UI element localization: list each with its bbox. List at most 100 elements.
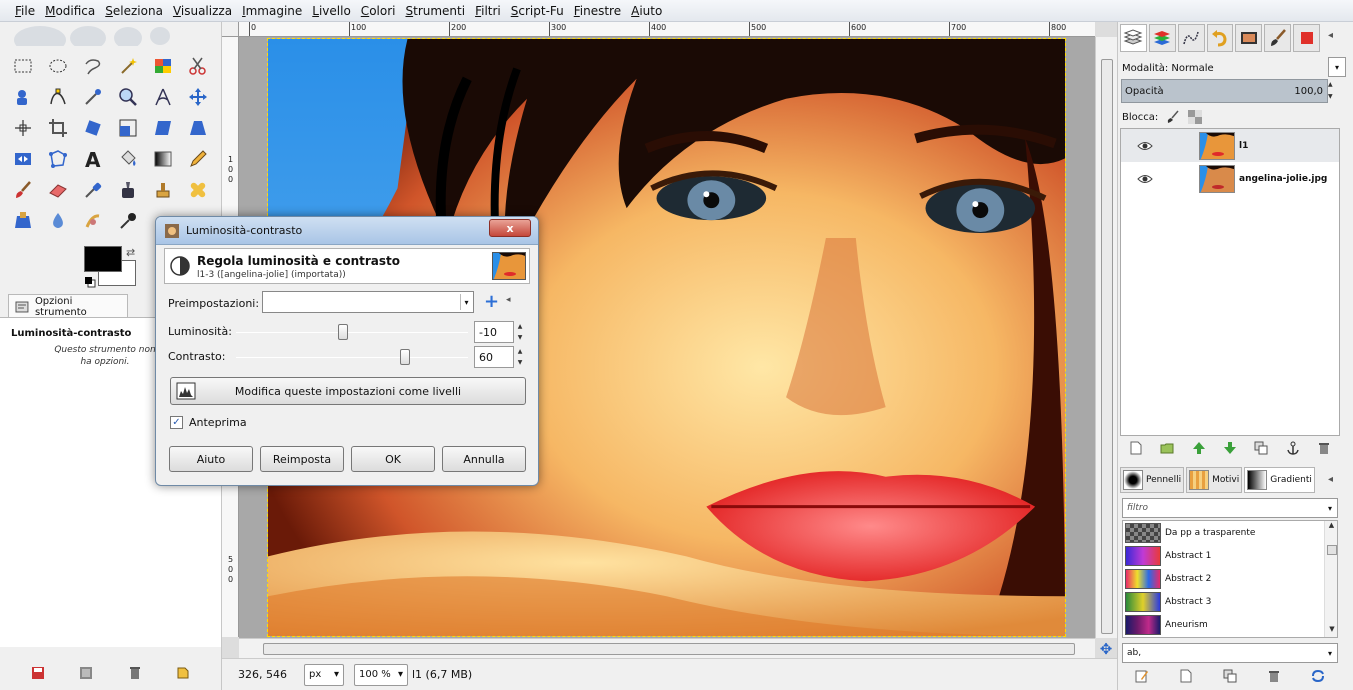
contrast-spinbox[interactable]: 60 <box>474 346 514 368</box>
opacity-spinner[interactable]: ▲ ▼ <box>1328 79 1338 103</box>
edit-as-levels-button[interactable]: Modifica queste impostazioni come livell… <box>170 377 526 405</box>
gradient-filter-input[interactable]: filtro <box>1122 498 1338 518</box>
dodge-burn-tool-icon[interactable] <box>115 208 141 234</box>
menu-layer[interactable]: Livello <box>307 1 356 21</box>
menu-image[interactable]: Immagine <box>237 1 307 21</box>
duplicate-gradient-icon[interactable] <box>1223 669 1237 686</box>
tab-images[interactable] <box>1235 24 1263 52</box>
zoom-tool-icon[interactable] <box>115 84 141 110</box>
menu-tools[interactable]: Strumenti <box>400 1 470 21</box>
select-by-color-tool-icon[interactable] <box>150 53 176 79</box>
foreground-color-swatch[interactable] <box>84 246 122 272</box>
tab-tool-options[interactable]: Opzioni strumento <box>8 294 128 318</box>
lock-alpha-checker-icon[interactable] <box>1188 110 1203 124</box>
eye-icon[interactable] <box>1137 139 1153 153</box>
dialog-close-button[interactable]: x <box>489 219 531 237</box>
gradient-tag-input[interactable]: ab, <box>1122 643 1338 663</box>
rotate-tool-icon[interactable] <box>80 115 106 141</box>
airbrush-tool-icon[interactable] <box>80 177 106 203</box>
tab-layers[interactable] <box>1120 24 1147 52</box>
brightness-slider[interactable] <box>236 332 468 333</box>
blend-tool-icon[interactable] <box>150 146 176 172</box>
layer-name[interactable]: l1 <box>1239 141 1248 151</box>
preview-checkbox[interactable]: ✓ <box>170 416 183 429</box>
layer-row[interactable]: angelina-jolie.jpg <box>1121 162 1339 195</box>
layer-row[interactable]: l1 <box>1121 129 1339 162</box>
blur-tool-icon[interactable] <box>45 208 71 234</box>
swap-colors-icon[interactable]: ⇄ <box>126 246 135 259</box>
lock-pixels-brush-icon[interactable] <box>1166 110 1180 124</box>
delete-options-icon[interactable] <box>127 665 143 684</box>
horizontal-ruler[interactable]: 0 100 200 300 400 500 600 700 800 <box>239 22 1095 37</box>
paintbrush-tool-icon[interactable] <box>10 177 36 203</box>
unit-select[interactable]: px ▾ <box>304 663 344 686</box>
move-tool-icon[interactable] <box>185 84 211 110</box>
bucket-fill-tool-icon[interactable] <box>115 146 141 172</box>
brightness-slider-handle[interactable] <box>337 324 348 340</box>
navigate-icon[interactable]: ✥ <box>1096 639 1116 659</box>
menu-filters[interactable]: Filtri <box>470 1 506 21</box>
list-item[interactable]: Da pp a trasparente <box>1123 521 1337 544</box>
shear-tool-icon[interactable] <box>150 115 176 141</box>
eye-icon[interactable] <box>1137 172 1153 186</box>
layer-mode-dropdown[interactable]: ▾ <box>1328 57 1346 77</box>
save-options-icon[interactable] <box>30 665 46 684</box>
vertical-scrollbar-thumb[interactable] <box>1101 59 1113 634</box>
contrast-slider[interactable] <box>236 357 468 358</box>
gradient-list-scrollbar-thumb[interactable] <box>1327 545 1337 555</box>
dialog-titlebar[interactable]: Luminosità-contrasto <box>156 217 538 245</box>
crop-tool-icon[interactable] <box>45 115 71 141</box>
horizontal-scrollbar[interactable] <box>239 638 1095 658</box>
ruler-corner[interactable] <box>222 22 239 37</box>
tab-colors[interactable] <box>1293 24 1321 52</box>
pencil-tool-icon[interactable] <box>185 146 211 172</box>
add-preset-icon[interactable]: + <box>484 293 500 311</box>
delete-layer-icon[interactable] <box>1317 441 1331 458</box>
menu-windows[interactable]: Finestre <box>569 1 626 21</box>
tab-channels[interactable] <box>1148 24 1176 52</box>
cancel-button[interactable]: Annulla <box>442 446 526 472</box>
perspective-tool-icon[interactable] <box>185 115 211 141</box>
chevron-down-icon[interactable]: ▾ <box>1324 644 1336 662</box>
vertical-scrollbar[interactable] <box>1095 37 1117 638</box>
tab-brushes-resource[interactable]: Pennelli <box>1120 467 1185 493</box>
gradient-list-scrollbar[interactable]: ▲ ▼ <box>1324 521 1337 637</box>
reset-button[interactable]: Reimposta <box>260 446 344 472</box>
menu-colors[interactable]: Colori <box>356 1 401 21</box>
opacity-slider[interactable]: Opacità 100,0 <box>1121 79 1328 103</box>
scale-tool-icon[interactable] <box>115 115 141 141</box>
tab-paths[interactable] <box>1177 24 1205 52</box>
eraser-tool-icon[interactable] <box>45 177 71 203</box>
anchor-layer-icon[interactable] <box>1286 441 1300 458</box>
fuzzy-select-tool-icon[interactable] <box>115 53 141 79</box>
dock-menu-icon[interactable]: ◂ <box>1328 30 1342 44</box>
menu-file[interactable]: File <box>10 1 40 21</box>
color-picker-tool-icon[interactable] <box>80 84 106 110</box>
layer-name[interactable]: angelina-jolie.jpg <box>1239 174 1327 184</box>
list-item[interactable]: Abstract 1 <box>1123 544 1337 567</box>
edit-gradient-icon[interactable] <box>1135 669 1149 686</box>
menu-view[interactable]: Visualizza <box>168 1 237 21</box>
tab-brushes[interactable] <box>1264 24 1292 52</box>
default-colors-icon[interactable] <box>84 276 96 288</box>
align-tool-icon[interactable] <box>10 115 36 141</box>
refresh-gradients-icon[interactable] <box>1311 669 1325 686</box>
heal-tool-icon[interactable] <box>185 177 211 203</box>
chevron-down-icon[interactable]: ▾ <box>460 294 472 310</box>
rect-select-tool-icon[interactable] <box>10 53 36 79</box>
contrast-slider-handle[interactable] <box>400 349 411 365</box>
list-item[interactable]: Aneurism <box>1123 613 1337 636</box>
horizontal-scrollbar-thumb[interactable] <box>263 643 1075 655</box>
scissors-tool-icon[interactable] <box>185 53 211 79</box>
new-gradient-icon[interactable] <box>1179 669 1193 686</box>
zoom-select[interactable]: 100 % ▾ <box>354 663 408 686</box>
perspective-clone-tool-icon[interactable] <box>10 208 36 234</box>
clone-tool-icon[interactable] <box>150 177 176 203</box>
duplicate-layer-icon[interactable] <box>1254 441 1268 458</box>
lasso-tool-icon[interactable] <box>80 53 106 79</box>
new-layer-group-icon[interactable] <box>1160 441 1174 458</box>
measure-tool-icon[interactable] <box>150 84 176 110</box>
smudge-tool-icon[interactable] <box>80 208 106 234</box>
new-layer-icon[interactable] <box>1129 441 1143 458</box>
lower-layer-icon[interactable] <box>1223 441 1237 458</box>
